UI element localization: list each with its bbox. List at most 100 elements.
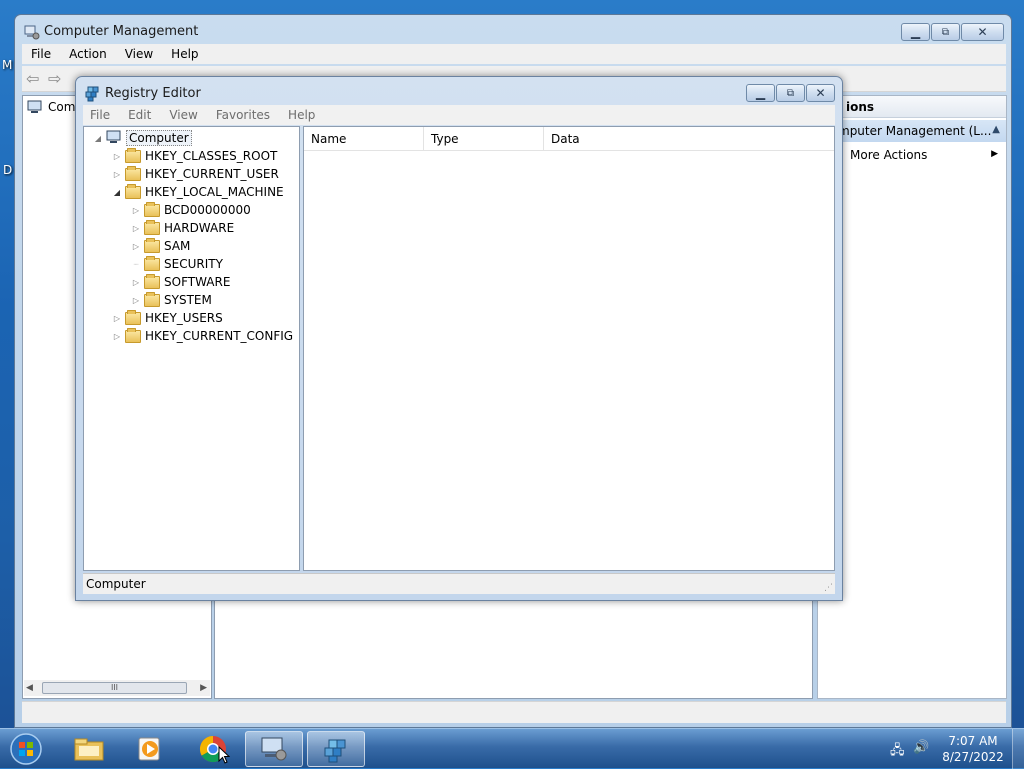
scroll-right-icon[interactable]: ▶ xyxy=(200,683,207,693)
clock-date: 8/27/2022 xyxy=(942,750,1004,764)
registry-editor-window: Registry Editor ▁ ⧉ ✕ File Edit View Fav… xyxy=(75,76,843,601)
more-actions-item[interactable]: More Actions ▶ xyxy=(818,146,1006,166)
menubar: File Action View Help xyxy=(22,44,1006,64)
volume-icon[interactable]: 🔊 xyxy=(913,740,929,756)
folder-icon xyxy=(125,147,141,163)
expand-icon[interactable]: ▷ xyxy=(112,170,122,179)
tree-node-hkcc[interactable]: ▷ HKEY_CURRENT_CONFIG xyxy=(112,327,293,345)
restore-icon: ⧉ xyxy=(786,87,795,99)
tree-node-hardware[interactable]: ▷ HARDWARE xyxy=(131,219,234,237)
column-header-row: Name Type Data xyxy=(304,127,834,151)
menu-help[interactable]: Help xyxy=(279,108,324,122)
minimize-button[interactable]: ▁ xyxy=(901,23,930,41)
show-desktop-button[interactable] xyxy=(1012,729,1024,769)
close-icon: ✕ xyxy=(977,25,988,39)
regedit-icon xyxy=(324,739,346,763)
column-header-type[interactable]: Type xyxy=(424,127,544,151)
tree-node-label: SECURITY xyxy=(164,257,223,271)
tree-node-label: HKEY_USERS xyxy=(145,311,223,325)
clock-time: 7:07 AM xyxy=(948,734,998,748)
tree-node-label: SOFTWARE xyxy=(164,275,231,289)
tree-node-label: HARDWARE xyxy=(164,221,235,235)
folder-icon xyxy=(144,255,160,271)
status-path: Computer xyxy=(86,577,146,591)
minimize-button[interactable]: ▁ xyxy=(746,84,775,102)
more-actions-label: More Actions xyxy=(850,148,928,162)
start-orb-icon xyxy=(10,733,42,765)
scroll-left-icon[interactable]: ◀ xyxy=(26,683,33,693)
collapse-arrow-icon[interactable]: ▲ xyxy=(992,124,1000,135)
back-arrow-icon[interactable]: ⇦ xyxy=(26,69,44,88)
column-header-name[interactable]: Name xyxy=(304,127,424,151)
actions-pane: ions mputer Management (L... ▲ More Acti… xyxy=(817,95,1007,699)
regedit-icon xyxy=(84,84,102,102)
expand-icon[interactable]: ▷ xyxy=(131,206,141,215)
collapse-icon[interactable]: ◢ xyxy=(112,188,122,197)
tree-node-system[interactable]: ▷ SYSTEM xyxy=(131,291,212,309)
window-title: Computer Management xyxy=(44,24,199,39)
regedit-menubar: File Edit View Favorites Help xyxy=(83,105,835,125)
tree-node-hkcr[interactable]: ▷ HKEY_CLASSES_ROOT xyxy=(112,147,277,165)
scroll-thumb[interactable]: III xyxy=(42,682,187,694)
menu-edit[interactable]: Edit xyxy=(119,108,160,122)
tree-line-icon: ┈ xyxy=(133,259,139,269)
expand-icon[interactable]: ▷ xyxy=(112,332,122,341)
expand-icon[interactable]: ▷ xyxy=(131,224,141,233)
tree-node-sam[interactable]: ▷ SAM xyxy=(131,237,190,255)
menu-view[interactable]: View xyxy=(116,47,162,61)
restore-icon: ⧉ xyxy=(941,26,950,38)
menu-file[interactable]: File xyxy=(22,47,60,61)
taskbar-computer-management[interactable] xyxy=(245,731,303,767)
regedit-statusbar: Computer ⋰ xyxy=(83,573,835,594)
computer-management-icon xyxy=(261,737,287,761)
tree-node-label: HKEY_CURRENT_CONFIG xyxy=(145,329,294,343)
resize-grip-icon[interactable]: ⋰ xyxy=(824,583,833,593)
registry-tree-pane: ◢ Computer ▷ HKEY_CLASSES_ROOT ▷ HKEY_CU… xyxy=(83,126,300,571)
taskbar-chrome[interactable] xyxy=(184,731,242,767)
folder-icon xyxy=(125,309,141,325)
tree-node-label: HKEY_CURRENT_USER xyxy=(145,167,279,181)
computer-icon xyxy=(27,100,43,114)
actions-section-label: mputer Management (L... xyxy=(838,124,992,138)
tree-node-hkcu[interactable]: ▷ HKEY_CURRENT_USER xyxy=(112,165,279,183)
close-button[interactable]: ✕ xyxy=(961,23,1004,41)
expand-icon[interactable]: ▷ xyxy=(112,314,122,323)
tree-node-hklm[interactable]: ◢ HKEY_LOCAL_MACHINE xyxy=(112,183,284,201)
expand-icon[interactable]: ▷ xyxy=(112,152,122,161)
horizontal-scrollbar[interactable]: ◀ III ▶ xyxy=(24,680,210,696)
menu-action[interactable]: Action xyxy=(60,47,116,61)
desktop-icon-label[interactable]: D xyxy=(3,163,12,177)
tree-node-security[interactable]: ┈ SECURITY xyxy=(131,255,223,273)
taskbar-explorer[interactable] xyxy=(60,731,118,767)
expand-icon[interactable]: ▷ xyxy=(131,296,141,305)
network-icon[interactable]: 🖧 xyxy=(890,741,906,758)
forward-arrow-icon[interactable]: ⇨ xyxy=(48,69,66,88)
close-icon: ✕ xyxy=(815,86,826,100)
menu-favorites[interactable]: Favorites xyxy=(207,108,279,122)
tray-clock[interactable]: 7:07 AM 8/27/2022 xyxy=(938,733,1008,765)
menu-help[interactable]: Help xyxy=(162,47,207,61)
desktop-icon-label[interactable]: M xyxy=(2,58,12,72)
expand-icon[interactable]: ▷ xyxy=(131,242,141,251)
minimize-icon: ▁ xyxy=(910,25,921,39)
menu-view[interactable]: View xyxy=(160,108,206,122)
minimize-icon: ▁ xyxy=(755,86,766,100)
computer-management-icon xyxy=(24,24,40,40)
tree-node-software[interactable]: ▷ SOFTWARE xyxy=(131,273,230,291)
actions-section-computer-management[interactable]: mputer Management (L... ▲ xyxy=(818,120,1006,142)
tree-node-label: HKEY_LOCAL_MACHINE xyxy=(145,185,284,199)
maximize-button[interactable]: ⧉ xyxy=(931,23,960,41)
tree-node-bcd[interactable]: ▷ BCD00000000 xyxy=(131,201,251,219)
menu-file[interactable]: File xyxy=(83,108,119,122)
column-header-data[interactable]: Data xyxy=(544,127,834,151)
close-button[interactable]: ✕ xyxy=(806,84,835,102)
tree-node-computer[interactable]: ◢ Computer xyxy=(93,129,192,147)
maximize-button[interactable]: ⧉ xyxy=(776,84,805,102)
collapse-icon[interactable]: ◢ xyxy=(93,134,103,143)
expand-icon[interactable]: ▷ xyxy=(131,278,141,287)
tree-node-hku[interactable]: ▷ HKEY_USERS xyxy=(112,309,223,327)
media-player-icon xyxy=(138,737,160,761)
start-button[interactable] xyxy=(6,731,46,767)
taskbar-media-player[interactable] xyxy=(121,731,179,767)
taskbar-regedit[interactable] xyxy=(307,731,365,767)
